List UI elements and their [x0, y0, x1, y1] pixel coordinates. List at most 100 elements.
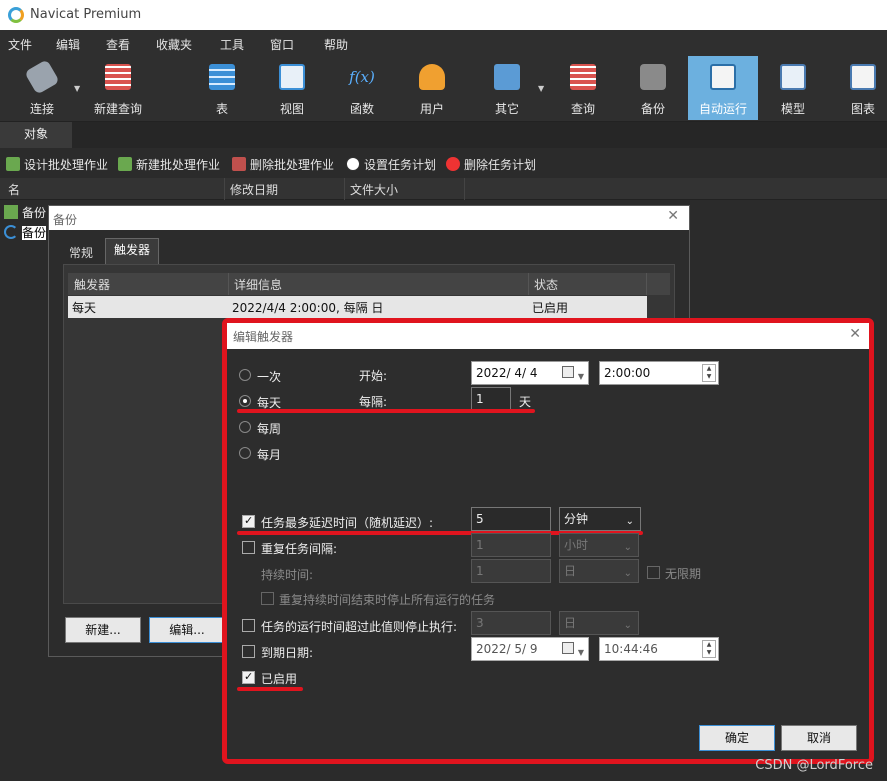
stop-all-checkbox[interactable] — [261, 592, 274, 605]
toolbar-automation-button[interactable]: 自动运行 — [688, 56, 758, 120]
repeat-checkbox[interactable] — [242, 541, 255, 554]
duration-unit-select[interactable]: 日 ⌄ — [559, 559, 639, 583]
toolbar-others-button[interactable]: 其它 — [480, 56, 534, 120]
toolbar-new-query-button[interactable]: 新建查询 — [88, 56, 148, 120]
close-icon[interactable]: ✕ — [667, 208, 679, 224]
th-status[interactable]: 状态 — [534, 276, 558, 293]
column-divider — [464, 178, 465, 200]
max-delay-label: 任务最多延迟时间（随机延迟）: — [261, 516, 434, 530]
delete-batch-job-button[interactable]: 删除批处理作业 — [232, 156, 334, 173]
start-date-picker[interactable]: 2022/ 4/ 4 ▼ — [471, 361, 589, 385]
calendar-icon[interactable] — [562, 642, 574, 654]
list-header: 名 修改日期 文件大小 — [0, 178, 887, 200]
toolbar-function-button[interactable]: f(x) 函数 — [336, 56, 388, 120]
unlimited-checkbox[interactable] — [647, 566, 660, 579]
view-icon — [279, 64, 305, 90]
new-trigger-button[interactable]: 新建... — [65, 617, 141, 643]
toolbar-query-button[interactable]: 查询 — [556, 56, 610, 120]
navicat-logo-icon — [8, 7, 24, 23]
object-tab-bar: 对象 — [0, 122, 887, 148]
column-divider — [646, 273, 647, 295]
toolbar-user-button[interactable]: 用户 — [406, 56, 458, 120]
calendar-icon[interactable] — [562, 366, 574, 378]
menu-window[interactable]: 窗口 — [270, 36, 294, 53]
th-trigger[interactable]: 触发器 — [74, 276, 110, 293]
delete-schedule-button[interactable]: 删除任务计划 — [446, 156, 536, 173]
menu-file[interactable]: 文件 — [8, 36, 32, 53]
design-batch-job-button[interactable]: 设计批处理作业 — [6, 156, 108, 173]
max-delay-checkbox[interactable] — [242, 514, 255, 528]
radio-once-label: 一次 — [257, 370, 282, 384]
menu-help[interactable]: 帮助 — [324, 36, 348, 53]
column-name[interactable]: 名 — [8, 181, 20, 198]
max-delay-unit-select[interactable]: 分钟 ⌄ — [559, 507, 641, 531]
repeat-unit-select[interactable]: 小时 ⌄ — [559, 533, 639, 557]
column-divider — [224, 178, 225, 200]
edit-trigger-button[interactable]: 编辑... — [149, 617, 225, 643]
connect-dropdown-icon[interactable]: ▼ — [74, 84, 80, 93]
model-icon — [780, 64, 806, 90]
tab-objects[interactable]: 对象 — [0, 122, 72, 148]
enabled-checkbox[interactable] — [242, 670, 255, 684]
column-divider — [228, 273, 229, 295]
chevron-down-icon: ⌄ — [623, 620, 632, 631]
cancel-button[interactable]: 取消 — [781, 725, 857, 751]
expire-date-picker[interactable]: 2022/ 5/ 9 ▼ — [471, 637, 589, 661]
radio-weekly[interactable] — [239, 421, 251, 433]
toolbar-model-button[interactable]: 模型 — [766, 56, 820, 120]
interval-input[interactable]: 1 — [471, 387, 511, 411]
menu-view[interactable]: 查看 — [106, 36, 130, 53]
edit-trigger-title: 编辑触发器 — [233, 330, 294, 344]
spinner-arrows-icon[interactable]: ▲ ▼ — [702, 640, 716, 658]
menu-tools[interactable]: 工具 — [220, 36, 244, 53]
duration-input[interactable]: 1 — [471, 559, 551, 583]
tab-trigger[interactable]: 触发器 — [105, 238, 160, 265]
stop-exceed-unit-value: 日 — [564, 616, 577, 630]
radio-monthly[interactable] — [239, 447, 251, 459]
table-row[interactable]: 每天 2022/4/4 2:00:00, 每隔 日 已启用 — [68, 296, 647, 318]
toolbar-connect-button[interactable]: 连接 — [14, 56, 70, 120]
stop-exceed-unit-select[interactable]: 日 ⌄ — [559, 611, 639, 635]
interval-label: 每隔: — [359, 395, 388, 409]
expire-checkbox[interactable] — [242, 645, 255, 658]
toolbar-chart-button[interactable]: 图表 — [836, 56, 887, 120]
ok-button[interactable]: 确定 — [699, 725, 775, 751]
radio-daily[interactable] — [239, 395, 251, 407]
chevron-down-icon: ⌄ — [625, 516, 634, 527]
menu-favorites[interactable]: 收藏夹 — [156, 36, 192, 53]
new-batch-job-button[interactable]: 新建批处理作业 — [118, 156, 220, 173]
tab-general[interactable]: 常规 — [61, 242, 101, 266]
start-time-spinner[interactable]: 2:00:00 ▲ ▼ — [599, 361, 719, 385]
toolbar-table-button[interactable]: 表 — [196, 56, 248, 120]
repeat-label: 重复任务间隔: — [261, 542, 338, 556]
list-item[interactable]: 备份 — [4, 204, 46, 221]
toolbar-view-button[interactable]: 视图 — [266, 56, 318, 120]
chevron-down-icon[interactable]: ▼ — [578, 366, 584, 388]
stop-exceed-checkbox[interactable] — [242, 619, 255, 632]
stop-exceed-input[interactable]: 3 — [471, 611, 551, 635]
chevron-down-icon[interactable]: ▼ — [578, 642, 584, 664]
cell-trigger: 每天 — [72, 301, 97, 315]
column-modified[interactable]: 修改日期 — [230, 181, 278, 198]
menu-edit[interactable]: 编辑 — [56, 36, 80, 53]
max-delay-input[interactable]: 5 — [471, 507, 551, 531]
new-query-icon — [105, 64, 131, 90]
spinner-arrows-icon[interactable]: ▲ ▼ — [702, 364, 716, 382]
trigger-table-header: 触发器 详细信息 状态 — [68, 273, 670, 295]
others-dropdown-icon[interactable]: ▼ — [538, 84, 544, 93]
expire-time-spinner[interactable]: 10:44:46 ▲ ▼ — [599, 637, 719, 661]
new-job-icon — [118, 157, 132, 171]
th-detail[interactable]: 详细信息 — [234, 276, 282, 293]
max-delay-unit-value: 分钟 — [564, 512, 589, 526]
column-size[interactable]: 文件大小 — [350, 181, 398, 198]
repeat-input[interactable]: 1 — [471, 533, 551, 557]
close-icon[interactable]: ✕ — [849, 326, 861, 342]
column-divider — [344, 178, 345, 200]
loading-icon — [4, 225, 18, 239]
radio-once[interactable] — [239, 369, 251, 381]
toolbar-backup-button[interactable]: 备份 — [626, 56, 680, 120]
set-schedule-button[interactable]: 设置任务计划 — [346, 156, 436, 173]
list-item[interactable]: 备份 — [4, 224, 47, 241]
repeat-unit-value: 小时 — [564, 538, 589, 552]
radio-monthly-label: 每月 — [257, 448, 282, 462]
